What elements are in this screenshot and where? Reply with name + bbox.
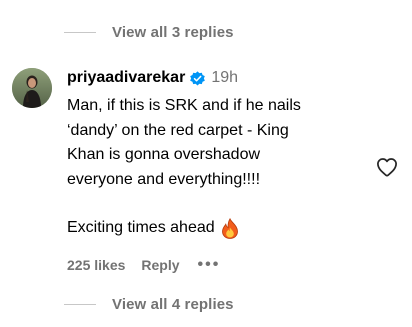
comment-header: priyaadivarekar 19h	[67, 66, 367, 90]
reply-divider-line	[64, 32, 96, 33]
likes-count[interactable]: 225 likes	[67, 257, 125, 273]
comment-body: Man, if this is SRK and if he nails ‘dan…	[67, 94, 367, 241]
comment-thread: View all 3 replies priyaadivarekar 19h M…	[0, 0, 412, 327]
view-replies-top-label: View all 3 replies	[112, 24, 234, 41]
verified-badge-icon	[190, 70, 206, 86]
avatar[interactable]	[12, 68, 52, 108]
reply-button[interactable]: Reply	[141, 257, 179, 273]
heart-outline-icon[interactable]	[376, 157, 398, 177]
comment-text-paragraph-2: Exciting times ahead	[67, 216, 367, 241]
comment-timestamp: 19h	[211, 69, 239, 86]
comment: priyaadivarekar 19h Man, if this is SRK …	[67, 66, 367, 275]
comment-text-line: Exciting times ahead	[67, 219, 215, 236]
reply-divider-line	[64, 304, 96, 305]
avatar-image	[12, 68, 52, 108]
comment-username[interactable]: priyaadivarekar	[67, 69, 185, 87]
more-options-icon[interactable]: •••	[198, 256, 221, 272]
view-replies-top-button[interactable]: View all 3 replies	[64, 24, 234, 41]
fire-emoji-icon	[221, 217, 239, 239]
view-replies-bottom-button[interactable]: View all 4 replies	[64, 296, 234, 313]
comment-text-paragraph-1: Man, if this is SRK and if he nails ‘dan…	[67, 97, 301, 188]
view-replies-bottom-label: View all 4 replies	[112, 296, 234, 313]
comment-actions: 225 likes Reply •••	[67, 255, 367, 275]
